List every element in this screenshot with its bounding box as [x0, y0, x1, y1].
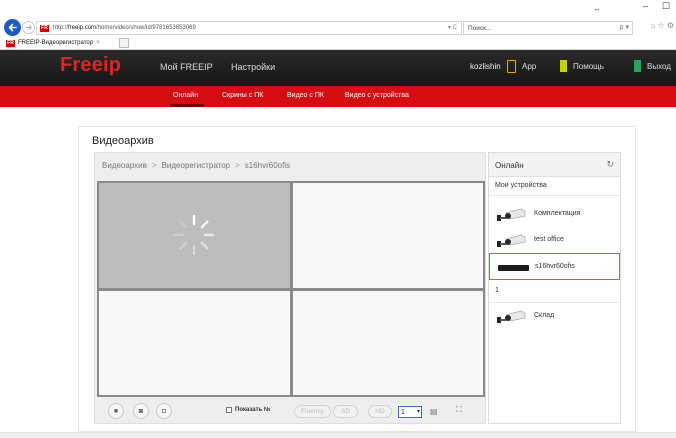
back-arrow-icon	[8, 23, 17, 32]
exit-link[interactable]: Выход	[634, 60, 671, 72]
app-label: App	[522, 62, 537, 71]
show-number-toggle[interactable]: Показать №	[226, 407, 271, 413]
layout-select-value: 1	[401, 408, 405, 416]
help-link[interactable]: Помощь	[560, 60, 604, 72]
my-devices-section[interactable]: Мои устройства	[489, 177, 620, 196]
device-item[interactable]: Склад	[489, 303, 620, 329]
book-icon	[560, 60, 567, 72]
camera-icon: ◙	[138, 407, 144, 415]
browser-tab[interactable]: FR FREEIP-Видеорегистратор ×	[2, 37, 104, 49]
help-label: Помощь	[573, 61, 604, 71]
maximize-icon[interactable]: ☐	[662, 1, 670, 12]
tab-strip: FR FREEIP-Видеорегистратор ×	[0, 37, 676, 50]
video-grid	[97, 181, 485, 397]
video-cell-3[interactable]	[99, 290, 290, 395]
minimize-icon[interactable]: –	[643, 1, 648, 12]
device-panel-title: Онлайн	[495, 161, 524, 170]
video-cell-1[interactable]	[99, 183, 290, 288]
phone-icon	[507, 60, 516, 73]
subnav-online[interactable]: Онлайн	[173, 92, 198, 99]
subnav-screens-pc[interactable]: Скрины с ПК	[222, 92, 263, 99]
refresh-icon[interactable]: ↻	[606, 159, 614, 170]
chevron-down-icon: ▾	[416, 409, 420, 415]
freeip-logo[interactable]: Freeip	[60, 54, 121, 77]
app-link[interactable]: App	[507, 60, 536, 73]
video-cell-4[interactable]	[292, 290, 483, 395]
fluency-button[interactable]: Fluency	[294, 405, 331, 418]
stop-button[interactable]: ■	[108, 403, 124, 419]
device-label: Комплектация	[534, 210, 581, 217]
tab-favicon: FR	[6, 39, 15, 47]
horizontal-scrollbar[interactable]	[0, 432, 676, 438]
show-number-label: Показать №	[235, 407, 271, 413]
new-tab-button[interactable]	[119, 38, 129, 48]
layout-select[interactable]: 1 ▾	[398, 406, 422, 418]
exit-label: Выход	[647, 61, 671, 71]
device-label: test office	[534, 236, 564, 243]
nav-my-freeip[interactable]: Мой FREEIP	[160, 62, 213, 72]
nav-settings[interactable]: Настройки	[231, 62, 275, 72]
video-archive-card: Видеоархив Видеоархив > Видеорегистратор > s…	[78, 126, 636, 432]
site-favicon: FR	[40, 24, 49, 32]
address-controls[interactable]: ▾ C	[448, 24, 457, 31]
device-panel: Онлайн ↻ Мои устройства Комплектация tes…	[488, 152, 621, 424]
url-prefix: http://	[53, 25, 69, 31]
camera-icon	[497, 208, 526, 221]
video-panel: Видеоархив > Видеорегистратор > s16hvr60ofis	[94, 152, 486, 424]
sub-navigation: Онлайн Скрины с ПК Видео с ПК Видео с ус…	[0, 86, 676, 107]
window-controls: – ☐	[643, 1, 670, 12]
my-devices-label: Мои устройства	[495, 182, 547, 189]
device-item[interactable]: test office	[489, 227, 620, 253]
device-group-section[interactable]: 1	[489, 280, 620, 303]
url-host: freeip.com	[68, 25, 97, 31]
back-button[interactable]	[4, 19, 21, 36]
device-panel-header: Онлайн ↻	[489, 153, 620, 177]
address-bar[interactable]: FR http://freeip.com/home/video/show/id/…	[36, 21, 462, 35]
breadcrumb-device: s16hvr60ofis	[244, 161, 291, 170]
breadcrumb: Видеоархив > Видеорегистратор > s16hvr60ofis	[102, 161, 290, 170]
site-header: Freeip Мой FREEIP Настройки kozlishin Ap…	[0, 50, 676, 86]
subnav-video-pc[interactable]: Видео с ПК	[287, 92, 324, 99]
camera-icon	[497, 310, 526, 323]
layout-icon[interactable]: ▤	[430, 407, 438, 416]
video-cell-2[interactable]	[292, 183, 483, 288]
breadcrumb-separator: >	[151, 161, 157, 170]
stop-icon: ■	[113, 407, 119, 415]
device-item-selected[interactable]: s16hvr60ofis	[489, 253, 620, 280]
forward-arrow-icon	[26, 25, 32, 30]
url-path: /home/video/show/id/9781653853069	[96, 25, 196, 31]
sd-button[interactable]: SD	[333, 405, 358, 418]
restore-icon[interactable]: ↔	[593, 4, 601, 13]
page-title: Видеоархив	[92, 135, 154, 147]
fullscreen-icon[interactable]: ⛶	[456, 405, 462, 415]
device-label: Склад	[534, 312, 555, 319]
tab-title: FREEIP-Видеорегистратор	[18, 40, 94, 46]
snapshot-button[interactable]: ◙	[133, 403, 149, 419]
subnav-video-device[interactable]: Видео с устройства	[345, 92, 409, 99]
record-button[interactable]: ◘	[156, 403, 172, 419]
username: kozlishin	[470, 62, 501, 71]
search-icon[interactable]: ρ ▾	[620, 23, 629, 31]
device-group-label: 1	[495, 287, 499, 294]
search-placeholder: Поиск...	[468, 24, 492, 32]
camera-icon	[497, 234, 526, 247]
exit-icon	[634, 60, 641, 72]
device-item[interactable]: Комплектация	[489, 201, 620, 227]
address-url[interactable]: http://freeip.com/home/video/show/id/978…	[53, 25, 196, 31]
breadcrumb-separator: >	[235, 161, 240, 170]
loading-spinner-icon	[174, 215, 215, 256]
close-tab-icon[interactable]: ×	[96, 40, 100, 46]
toolbar-icons[interactable]: ⌂ ☆ ⚙	[650, 21, 674, 30]
breadcrumb-archive[interactable]: Видеоархив	[102, 161, 147, 170]
device-label: s16hvr60ofis	[535, 263, 575, 270]
search-box[interactable]: Поиск... ρ ▾	[463, 21, 633, 35]
video-record-icon: ◘	[161, 407, 167, 415]
show-number-checkbox[interactable]	[226, 407, 232, 413]
nvr-recorder-icon	[498, 265, 529, 271]
hd-button[interactable]: HD	[368, 405, 392, 418]
player-controls: ■ ◙ ◘ Показать № Fluency SD HD 1 ▾ ▤ ⛶	[95, 403, 487, 423]
breadcrumb-recorder[interactable]: Видеорегистратор	[162, 161, 231, 170]
browser-chrome: – ☐ ↔ FR http://freeip.com/home/video/sh…	[0, 0, 676, 50]
forward-button[interactable]	[22, 21, 35, 34]
